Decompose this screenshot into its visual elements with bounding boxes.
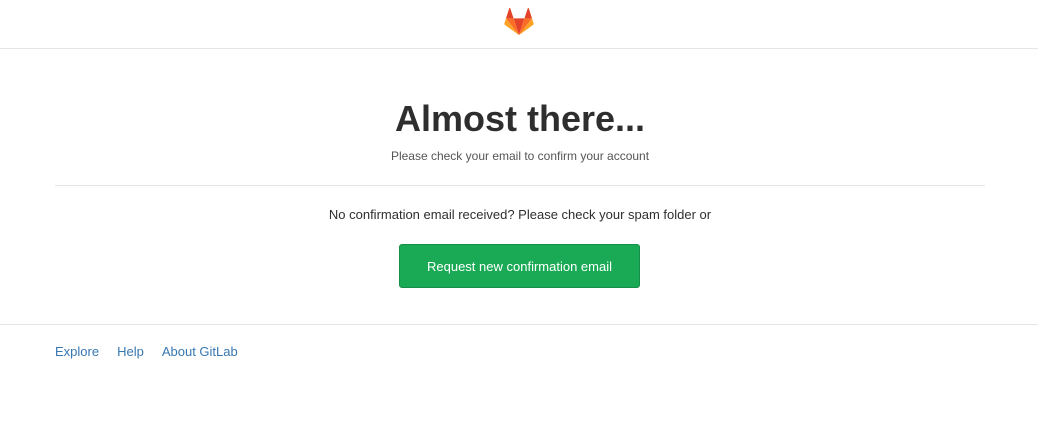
home-logo-link[interactable] — [504, 8, 534, 36]
page-title: Almost there... — [394, 98, 646, 139]
footer: Explore Help About GitLab — [0, 324, 1038, 426]
request-confirmation-email-button[interactable]: Request new confirmation email — [399, 244, 640, 288]
top-header — [0, 0, 1038, 49]
page-subtitle: Please check your email to confirm your … — [390, 149, 650, 163]
confirmation-panel: Almost there... Please check your email … — [55, 49, 985, 324]
footer-link-about[interactable]: About GitLab — [162, 344, 238, 360]
footer-link-explore[interactable]: Explore — [55, 344, 99, 360]
spam-notice-text: No confirmation email received? Please c… — [328, 207, 712, 222]
footer-link-help[interactable]: Help — [117, 344, 144, 360]
gitlab-logo-icon — [504, 8, 534, 36]
divider — [55, 185, 985, 186]
footer-nav: Explore Help About GitLab — [55, 344, 238, 360]
